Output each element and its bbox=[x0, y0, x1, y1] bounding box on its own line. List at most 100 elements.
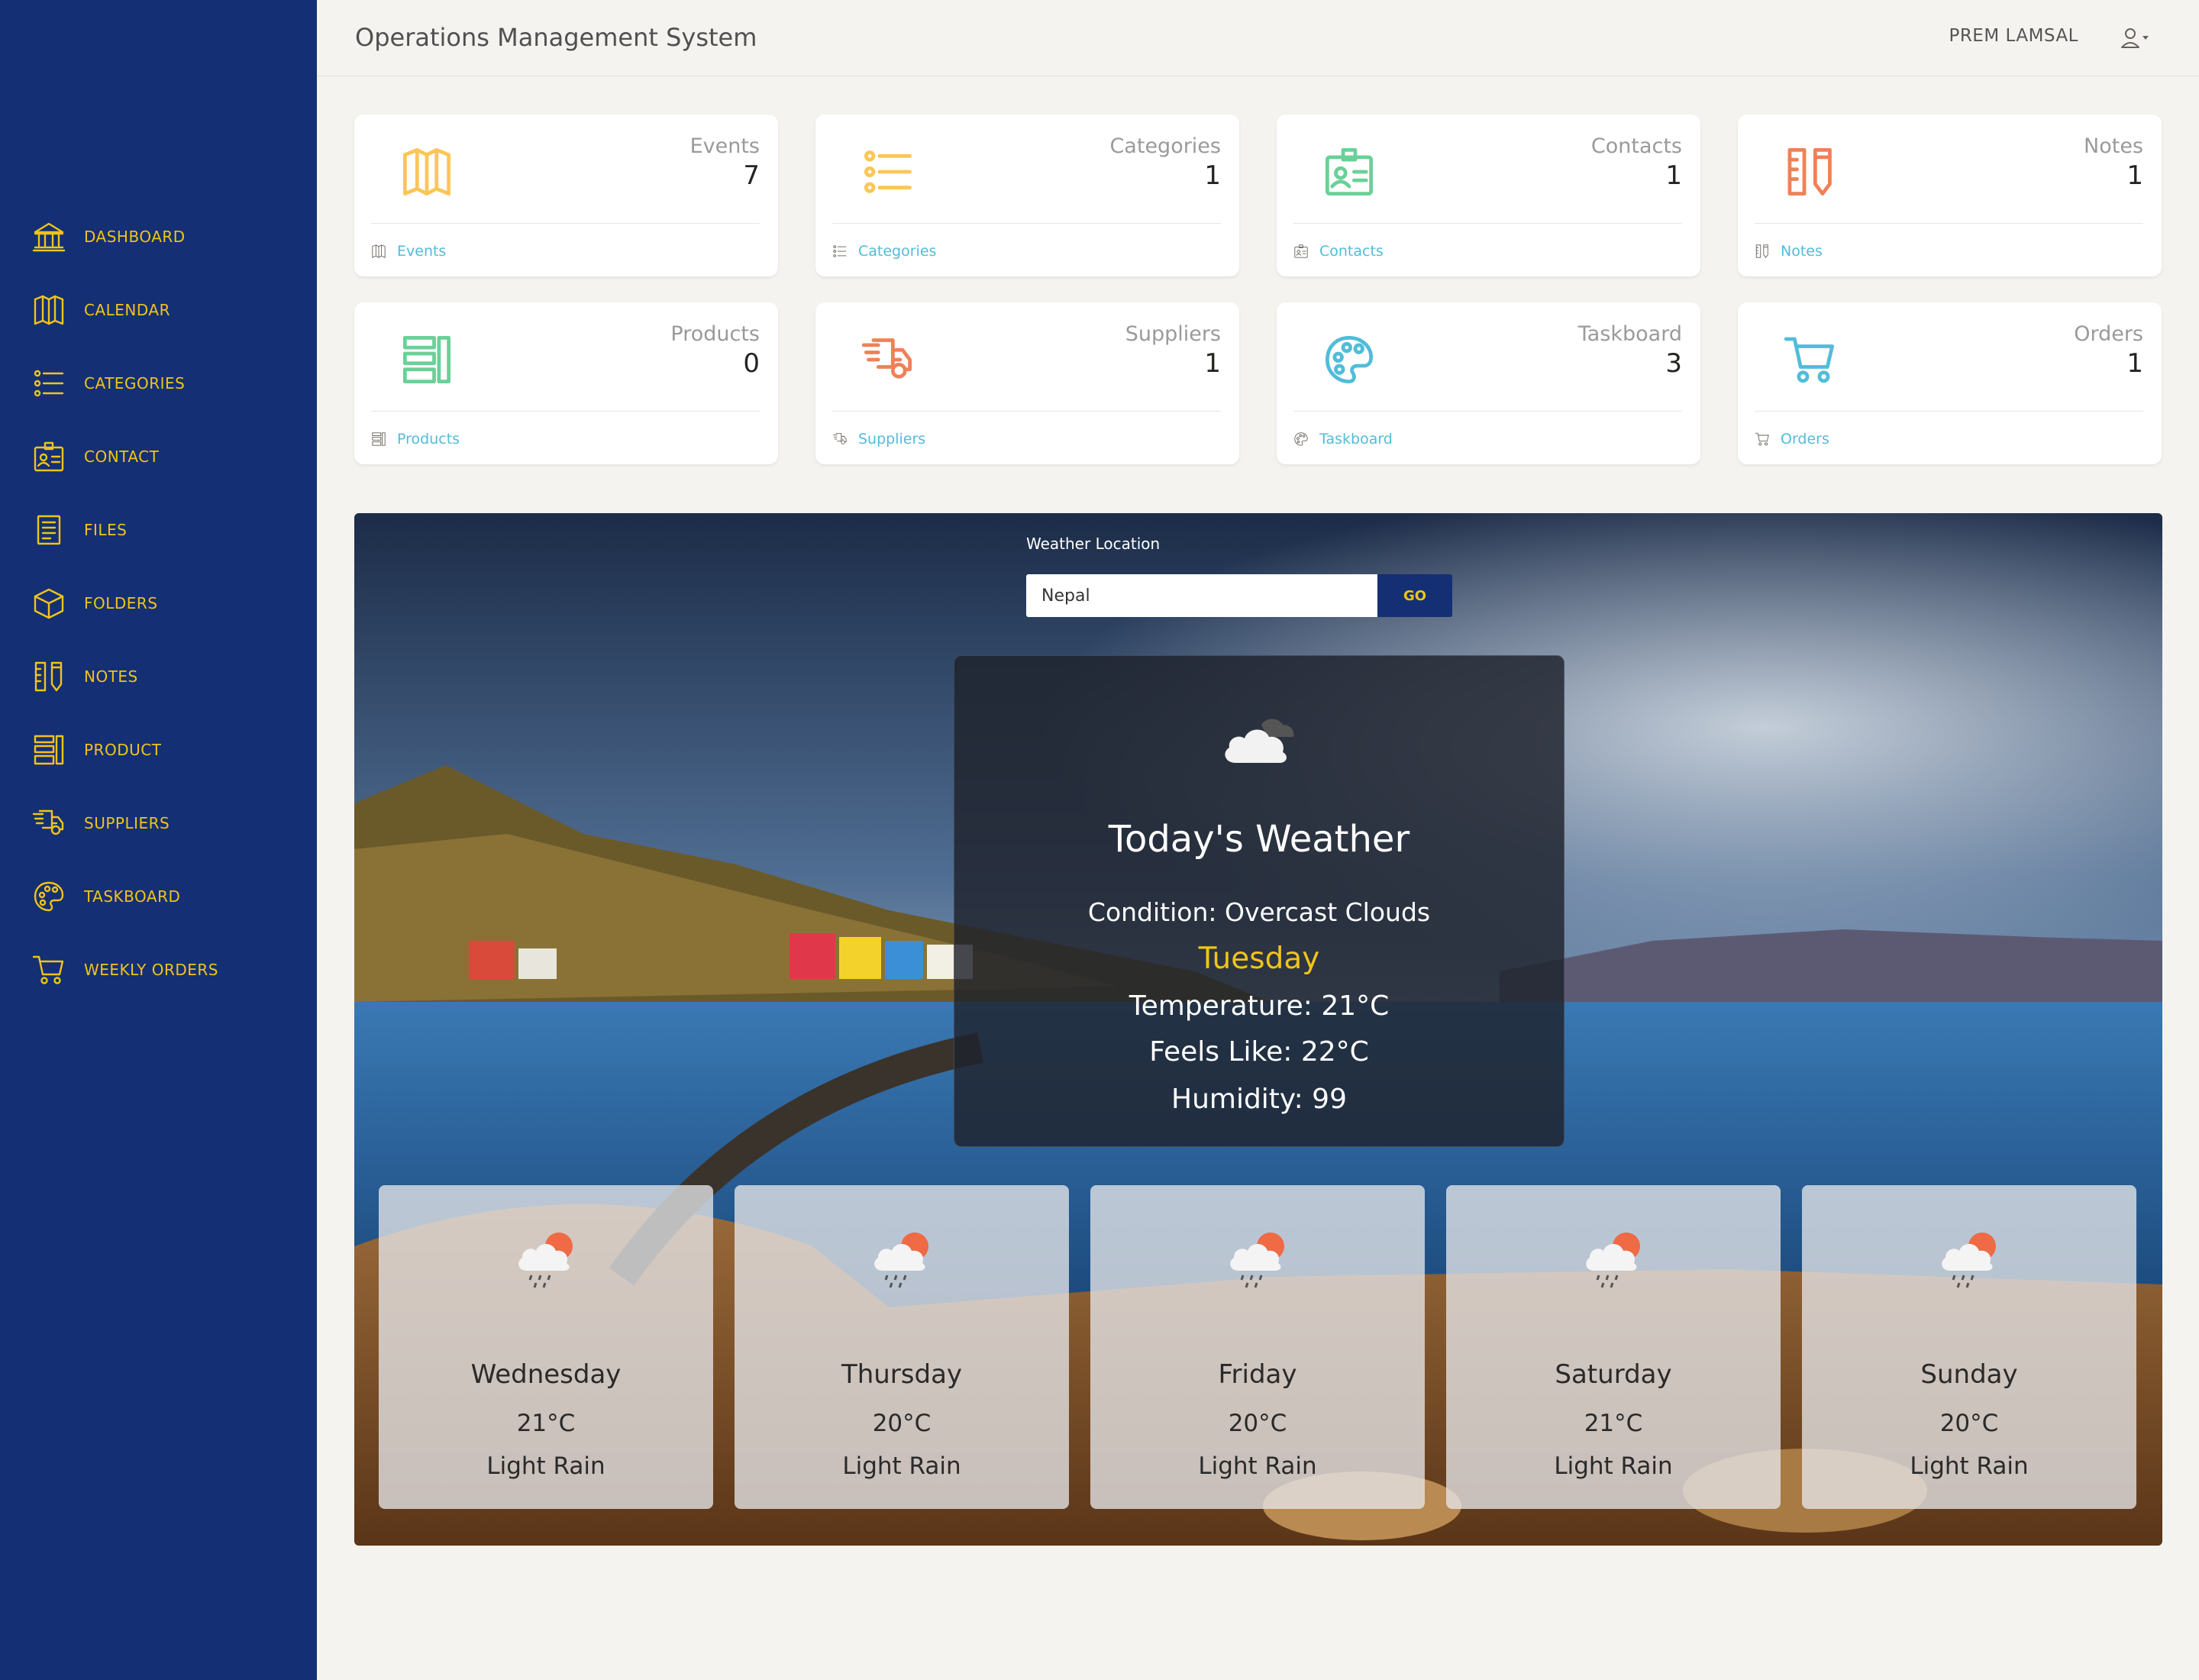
forecast-desc: Light Rain bbox=[1910, 1452, 2029, 1480]
forecast-day: Friday bbox=[1218, 1359, 1297, 1390]
forecast-temp: 20°C bbox=[872, 1410, 932, 1437]
sidebar: DASHBOARD CALENDAR CATEGORIES CONTACT FI… bbox=[0, 0, 317, 1680]
card-link-label[interactable]: Orders bbox=[1781, 431, 1829, 447]
ruler-pencil-icon bbox=[32, 660, 66, 693]
card-link-label[interactable]: Taskboard bbox=[1319, 431, 1393, 447]
ruler-pencil-icon bbox=[1755, 244, 1770, 259]
user-name[interactable]: PREM LAMSAL bbox=[1949, 26, 2078, 46]
sidebar-item-product[interactable]: PRODUCT bbox=[0, 722, 317, 777]
weather-feels-like: Feels Like: 22°C bbox=[1149, 1036, 1369, 1068]
rain-sun-icon bbox=[1230, 1233, 1284, 1288]
list-icon bbox=[32, 367, 66, 400]
card-divider bbox=[1293, 223, 1682, 224]
layout-icon bbox=[400, 333, 454, 386]
sidebar-item-notes[interactable]: NOTES bbox=[0, 649, 317, 704]
badge-icon bbox=[1322, 145, 1376, 199]
sidebar-item-files[interactable]: FILES bbox=[0, 502, 317, 557]
card-link-label[interactable]: Notes bbox=[1781, 243, 1823, 260]
card-link-notes[interactable]: Notes bbox=[1755, 243, 1823, 260]
card-count: 1 bbox=[1665, 160, 1682, 191]
sidebar-item-suppliers[interactable]: SUPPLIERS bbox=[0, 796, 317, 851]
sidebar-item-contact[interactable]: CONTACT bbox=[0, 429, 317, 484]
sidebar-item-label: NOTES bbox=[84, 667, 138, 686]
sidebar-item-label: FOLDERS bbox=[84, 594, 158, 612]
forecast-temp: 20°C bbox=[1228, 1410, 1287, 1437]
sidebar-item-calendar[interactable]: CALENDAR bbox=[0, 283, 317, 338]
sidebar-item-taskboard[interactable]: TASKBOARD bbox=[0, 869, 317, 924]
badge-icon bbox=[32, 440, 66, 473]
go-button[interactable]: GO bbox=[1377, 574, 1452, 617]
weather-location-input[interactable] bbox=[1026, 574, 1377, 617]
forecast-desc: Light Rain bbox=[1554, 1452, 1673, 1480]
card-link-taskboard[interactable]: Taskboard bbox=[1293, 431, 1393, 447]
sidebar-item-label: TASKBOARD bbox=[84, 887, 181, 906]
sidebar-item-label: PRODUCT bbox=[84, 741, 162, 759]
card-divider bbox=[371, 411, 760, 412]
forecast-temp: 21°C bbox=[1584, 1410, 1643, 1437]
cart-icon bbox=[1784, 333, 1837, 386]
card-link-label[interactable]: Products bbox=[397, 431, 460, 447]
sidebar-item-label: SUPPLIERS bbox=[84, 814, 170, 832]
card-count: 1 bbox=[2126, 348, 2143, 379]
sidebar-item-dashboard[interactable]: DASHBOARD bbox=[0, 209, 317, 264]
user-menu-toggle[interactable] bbox=[2117, 23, 2153, 53]
card-title: Orders bbox=[2074, 322, 2143, 346]
weather-panel: Weather Location GO Today's Weather Cond… bbox=[354, 513, 2162, 1546]
forecast-card: Thursday 20°C Light Rain bbox=[735, 1185, 1069, 1509]
card-divider bbox=[1755, 223, 2143, 224]
card-title: Suppliers bbox=[1125, 322, 1221, 346]
card-link-label[interactable]: Categories bbox=[858, 243, 936, 260]
cart-icon bbox=[32, 953, 66, 987]
card-link-categories[interactable]: Categories bbox=[832, 243, 936, 260]
forecast-desc: Light Rain bbox=[1198, 1452, 1317, 1480]
card-link-label[interactable]: Contacts bbox=[1319, 243, 1384, 260]
card-title: Events bbox=[689, 134, 760, 158]
rain-sun-icon bbox=[874, 1233, 928, 1288]
stat-card-notes: Notes 1 Notes bbox=[1738, 115, 2162, 276]
card-divider bbox=[1293, 411, 1682, 412]
palette-icon bbox=[1322, 333, 1376, 386]
todays-weather-title: Today's Weather bbox=[1108, 818, 1410, 861]
card-count: 1 bbox=[1204, 160, 1221, 191]
weather-temperature: Temperature: 21°C bbox=[1129, 990, 1390, 1022]
bank-icon bbox=[32, 220, 66, 254]
palette-icon bbox=[32, 880, 66, 913]
list-icon bbox=[832, 244, 848, 259]
delivery-icon bbox=[861, 333, 915, 386]
card-link-contacts[interactable]: Contacts bbox=[1293, 243, 1384, 260]
card-link-products[interactable]: Products bbox=[371, 431, 460, 447]
card-title: Categories bbox=[1109, 134, 1221, 158]
rain-sun-icon bbox=[1942, 1233, 1996, 1288]
forecast-card: Friday 20°C Light Rain bbox=[1090, 1185, 1425, 1509]
card-link-label[interactable]: Suppliers bbox=[858, 431, 925, 447]
card-title: Products bbox=[670, 322, 760, 346]
card-link-orders[interactable]: Orders bbox=[1755, 431, 1829, 447]
app-title[interactable]: Operations Management System bbox=[355, 23, 757, 52]
forecast-day: Thursday bbox=[841, 1359, 963, 1390]
card-title: Notes bbox=[2084, 134, 2143, 158]
card-count: 1 bbox=[2126, 160, 2143, 191]
sidebar-item-categories[interactable]: CATEGORIES bbox=[0, 356, 317, 411]
rain-sun-icon bbox=[518, 1233, 573, 1288]
delivery-icon bbox=[832, 431, 848, 447]
card-link-suppliers[interactable]: Suppliers bbox=[832, 431, 925, 447]
forecast-temp: 21°C bbox=[516, 1410, 576, 1437]
card-link-events[interactable]: Events bbox=[371, 243, 446, 260]
sidebar-item-folders[interactable]: FOLDERS bbox=[0, 576, 317, 631]
forecast-day: Sunday bbox=[1920, 1359, 2018, 1390]
card-count: 1 bbox=[1204, 348, 1221, 379]
stat-card-products: Products 0 Products bbox=[354, 302, 778, 464]
stat-card-taskboard: Taskboard 3 Taskboard bbox=[1277, 302, 1700, 464]
rain-sun-icon bbox=[1586, 1233, 1640, 1288]
ruler-pencil-icon bbox=[1784, 145, 1837, 199]
card-count: 3 bbox=[1665, 348, 1682, 379]
forecast-day: Wednesday bbox=[470, 1359, 622, 1390]
paper-icon bbox=[32, 513, 66, 547]
sidebar-item-weekly-orders[interactable]: WEEKLY ORDERS bbox=[0, 942, 317, 997]
weather-location-label: Weather Location bbox=[1026, 535, 1161, 553]
weather-humidity: Humidity: 99 bbox=[1171, 1084, 1347, 1115]
card-link-label[interactable]: Events bbox=[397, 243, 446, 260]
sidebar-item-label: CONTACT bbox=[84, 447, 160, 466]
layout-icon bbox=[32, 733, 66, 767]
palette-icon bbox=[1293, 431, 1309, 447]
